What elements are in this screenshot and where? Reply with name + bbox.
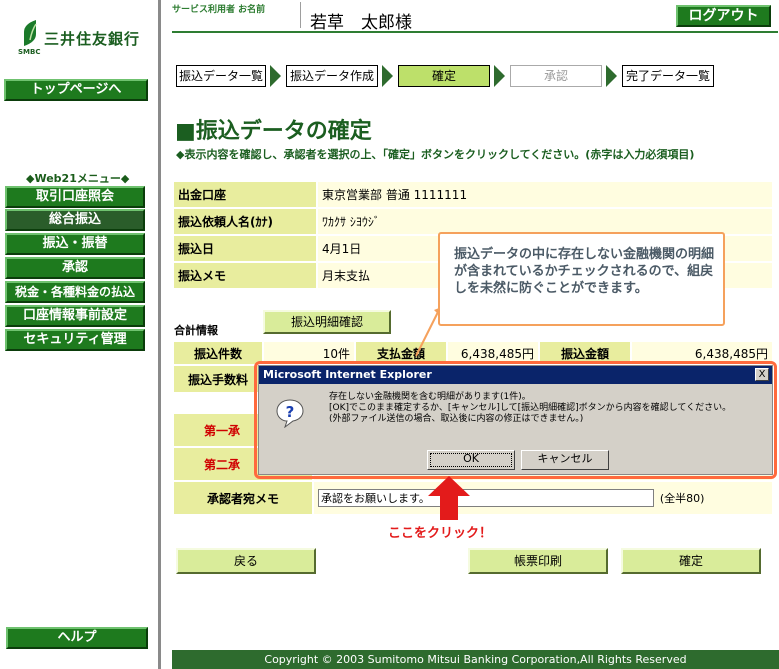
instruction-text: ◆表示内容を確認し、承認者を選択の上、「確定」ボタンをクリックしてください。(赤… [176, 148, 695, 161]
sidebar-item-tax-payment[interactable]: 税金・各種料金の払込 [5, 281, 145, 303]
page-title: ■振込データの確定 [175, 119, 372, 144]
dialog-message: 存在しない金融機関を含む明細があります(1件)。 [OK]でこのまま確定するか、… [329, 392, 731, 425]
step-data-list: 振込データ一覧 [176, 65, 266, 87]
sidebar-item-approval[interactable]: 承認 [5, 257, 145, 279]
dialog-title: Microsoft Internet Explorer [259, 366, 772, 384]
step-arrow-icon [382, 65, 393, 87]
user-label: サービス利用者 お名前 [172, 5, 266, 15]
explanation-callout: 振込データの中に存在しない金融機関の明細が含まれているかチェックされるので、組戻… [438, 232, 725, 326]
dialog-message-line: (外部ファイル送信の場合、取込後に内容の修正はできません。) [329, 414, 584, 424]
sidebar: 三井住友銀行 SMBC トップページへ ◆Web21メニュー◆ 取引口座照会 総… [0, 0, 158, 669]
table-row: 出金口座 東京営業部 普通 1111111 [172, 180, 774, 209]
menu-title: ◆Web21メニュー◆ [26, 172, 130, 185]
footer-copyright: Copyright © 2003 Sumitomo Mitsui Banking… [172, 650, 779, 669]
sidebar-item-account-presetting[interactable]: 口座情報事前設定 [5, 305, 145, 327]
step-arrow-icon [494, 65, 505, 87]
step-approve: 承認 [510, 65, 602, 87]
header-rule [172, 31, 778, 33]
info-value: ﾜｶｸｻ ｼﾖｳｼﾞ [316, 207, 774, 236]
table-row: 振込依頼人名(ｶﾅ) ﾜｶｸｻ ｼﾖｳｼﾞ [172, 207, 774, 236]
sidebar-divider [158, 0, 161, 669]
alert-dialog: Microsoft Internet Explorer X ? 存在しない金融機… [258, 365, 773, 475]
top-page-button[interactable]: トップページへ [4, 79, 148, 101]
step-confirm: 確定 [398, 65, 490, 87]
info-label: 振込日 [172, 234, 318, 263]
back-button[interactable]: 戻る [176, 548, 316, 574]
memo-cell: 承認をお願いします。 (全半80) [312, 480, 774, 516]
svg-text:?: ? [286, 403, 295, 421]
fee-label: 振込手数料 [172, 364, 264, 394]
dialog-message-line: [OK]でこのまま確定するか、[キャンセル]して[振込明細確認]ボタンから内容を… [329, 403, 732, 413]
info-value: 東京営業部 普通 1111111 [316, 180, 774, 209]
bank-sub: SMBC [18, 48, 41, 56]
sidebar-item-bulk-transfer[interactable]: 総合振込 [5, 209, 145, 231]
detail-check-button[interactable]: 振込明細確認 [263, 310, 391, 334]
bank-name: 三井住友銀行 [44, 30, 141, 48]
red-arrow-icon [428, 476, 470, 520]
click-here-label: ここをクリック！ [388, 526, 493, 541]
smbc-logo-icon [24, 20, 37, 46]
table-row: 承認者宛メモ 承認をお願いします。 (全半80) [172, 480, 774, 516]
user-name: 若草 太郎様 [310, 13, 412, 33]
header-divider [300, 2, 301, 28]
dialog-ok-button[interactable]: OK [427, 450, 515, 470]
count-label: 振込件数 [172, 340, 264, 366]
sidebar-item-transfer[interactable]: 振込・振替 [5, 233, 145, 255]
sidebar-item-account-inquiry[interactable]: 取引口座照会 [5, 186, 145, 208]
print-button[interactable]: 帳票印刷 [468, 548, 608, 574]
step-arrow-icon [606, 65, 617, 87]
question-icon: ? [276, 399, 304, 428]
step-completed-list: 完了データ一覧 [622, 65, 714, 87]
sidebar-item-security[interactable]: セキュリティ管理 [5, 329, 145, 351]
step-data-create: 振込データ作成 [286, 65, 378, 87]
logout-button[interactable]: ログアウト [676, 5, 771, 27]
help-button[interactable]: ヘルプ [6, 627, 148, 649]
memo-hint: (全半80) [659, 491, 705, 505]
dialog-message-line: 存在しない金融機関を含む明細があります(1件)。 [329, 392, 531, 402]
dialog-cancel-button[interactable]: キャンセル [521, 450, 609, 470]
info-label: 振込メモ [172, 261, 318, 290]
close-icon[interactable]: X [755, 368, 769, 381]
info-label: 振込依頼人名(ｶﾅ) [172, 207, 318, 236]
confirm-button[interactable]: 確定 [621, 548, 761, 574]
memo-label: 承認者宛メモ [172, 480, 314, 516]
info-label: 出金口座 [172, 180, 318, 209]
step-arrow-icon [270, 65, 281, 87]
memo-input[interactable]: 承認をお願いします。 [318, 489, 654, 507]
summary-label: 合計情報 [174, 324, 218, 337]
